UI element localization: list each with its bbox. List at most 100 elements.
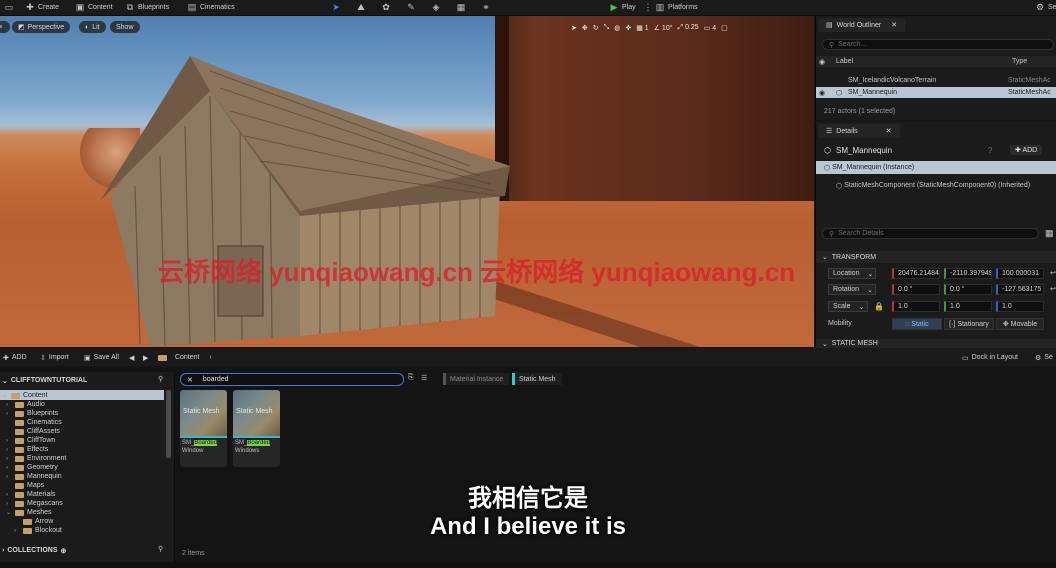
actor-label: SM_IcelandicVolcanoTerrain: [848, 77, 937, 84]
grid-view-icon[interactable]: ▦: [1045, 228, 1054, 239]
show-button[interactable]: Show: [110, 21, 140, 33]
help-icon[interactable]: ?: [988, 146, 1002, 155]
tree-item-content[interactable]: ⌄ Content: [2, 391, 48, 400]
add-button[interactable]: ✚ ADD: [3, 352, 27, 363]
close-icon[interactable]: ✕: [886, 127, 892, 135]
save-search-icon[interactable]: ⎘: [408, 374, 414, 382]
rotation-dropdown[interactable]: Rotation ⌄: [828, 284, 876, 295]
scale-x-field[interactable]: 1.0: [892, 301, 940, 312]
history-back-button[interactable]: ◀: [129, 352, 134, 363]
outliner-row-selected[interactable]: ◉ ⬡ SM_Mannequin StaticMeshAc: [816, 87, 1056, 98]
select-mode-button[interactable]: ➤: [331, 1, 341, 14]
details-tab[interactable]: ☰ Details ✕: [818, 124, 900, 138]
level-icon[interactable]: ▭: [4, 1, 14, 14]
scale-y-field[interactable]: 1.0: [944, 301, 992, 312]
mobility-static-button[interactable]: ◌ Static: [892, 318, 942, 330]
select-icon[interactable]: ➤: [571, 24, 577, 32]
details-search-input[interactable]: ⚲ Search Details: [822, 228, 1039, 239]
filter-icon[interactable]: ☰: [421, 374, 427, 382]
mobility-stationary-button[interactable]: [·] Stationary: [944, 318, 994, 330]
lock-icon[interactable]: 🔒: [874, 302, 884, 311]
foliage-mode-button[interactable]: ✿: [381, 1, 391, 14]
save-icon: ▣: [84, 354, 91, 362]
history-forward-button[interactable]: ▶: [143, 352, 148, 363]
static-mesh-section-header[interactable]: ⌄ STATIC MESH: [816, 339, 1056, 348]
project-header[interactable]: ⌄ CLIFFTOWNTUTORIAL: [2, 376, 87, 385]
collections-header[interactable]: › COLLECTIONS ⊕: [2, 546, 66, 555]
world-outliner-tab[interactable]: ▤ World Outliner ✕: [818, 18, 906, 32]
outliner-search-input[interactable]: ⚲ Search...: [822, 39, 1054, 50]
location-y-field[interactable]: -2110.397949: [944, 268, 992, 279]
scale-icon[interactable]: ⤡: [604, 24, 610, 32]
maximize-icon[interactable]: ▢: [721, 24, 728, 32]
close-icon[interactable]: ✕: [891, 21, 897, 29]
mesh-paint-button[interactable]: ◈: [431, 1, 441, 14]
surface-snap-icon[interactable]: ✜: [625, 24, 631, 32]
reset-arrow-icon[interactable]: ↩: [1050, 269, 1056, 277]
platforms-button[interactable]: ▥ Platforms: [655, 1, 698, 14]
lit-button[interactable]: ◐ Lit: [79, 21, 106, 33]
brush-mode-button[interactable]: ✎: [406, 1, 416, 14]
asset-search-input[interactable]: ✕ boarded: [180, 373, 404, 386]
cb-settings-button[interactable]: ⚙ Se: [1035, 352, 1053, 363]
filter-chip-material-instance[interactable]: Material Instance: [443, 373, 509, 385]
breadcrumb[interactable]: Content ›: [158, 352, 212, 363]
rotation-x-field[interactable]: 0.0 °: [892, 284, 940, 295]
tree-item[interactable]: › Effects: [6, 445, 48, 454]
fracture-button[interactable]: ▦: [456, 1, 466, 14]
type-column-header[interactable]: Type: [1008, 58, 1027, 65]
rotation-z-field[interactable]: -127.563175: [996, 284, 1044, 295]
tree-item[interactable]: › CliffTown: [6, 436, 55, 445]
scale-snap-button[interactable]: ⤢ 0.25: [678, 24, 699, 32]
add-component-button[interactable]: ✚ ADD: [1010, 145, 1043, 155]
animation-button[interactable]: ⚭: [481, 1, 491, 14]
search-icon[interactable]: ⚲: [158, 545, 163, 553]
blueprints-button[interactable]: ⧉ Blueprints: [125, 1, 169, 14]
scale-dropdown[interactable]: Scale ⌄: [828, 301, 868, 312]
component-row[interactable]: ⬡ StaticMeshComponent (StaticMeshCompone…: [816, 180, 1056, 191]
cinematics-button[interactable]: ▤ Cinematics: [187, 1, 235, 14]
outliner-row[interactable]: SM_IcelandicVolcanoTerrain StaticMeshAc: [816, 75, 1056, 86]
scale-z-field[interactable]: 1.0: [996, 301, 1044, 312]
tree-item[interactable]: › Audio: [6, 400, 45, 409]
tree-item[interactable]: › Geometry: [6, 463, 58, 472]
add-collection-icon[interactable]: ⊕: [61, 547, 67, 555]
location-dropdown[interactable]: Location ⌄: [828, 268, 876, 279]
landscape-mode-button[interactable]: ⛰: [356, 1, 366, 14]
rotation-y-field[interactable]: 0.0 °: [944, 284, 992, 295]
rotate-icon[interactable]: ↻: [593, 24, 599, 32]
tree-item[interactable]: CliffAssets: [6, 427, 60, 436]
perspective-button[interactable]: ◩ Perspective: [12, 21, 71, 33]
grid-snap-button[interactable]: ▦ 1: [636, 24, 648, 32]
play-button[interactable]: ▶ Play: [609, 1, 636, 14]
instance-row[interactable]: ⬡ SM_Mannequin (Instance): [816, 161, 1056, 174]
transform-section-header[interactable]: ⌄ TRANSFORM: [816, 251, 1056, 263]
asset-tile[interactable]: Static Mesh SM_Boarded Windows: [233, 390, 280, 467]
tree-item[interactable]: Cinematics: [6, 418, 62, 427]
save-all-button[interactable]: ▣ Save All: [84, 352, 119, 363]
play-options-icon[interactable]: ⋮: [643, 1, 653, 14]
tree-item[interactable]: › Environment: [6, 454, 66, 463]
world-icon[interactable]: ◍: [614, 24, 620, 32]
tree-scrollbar[interactable]: [166, 390, 171, 458]
import-button[interactable]: ⇩ Import: [40, 352, 69, 363]
content-button[interactable]: ▣ Content: [75, 1, 113, 14]
dock-in-layout-button[interactable]: ▭ Dock in Layout: [962, 352, 1018, 363]
eye-icon[interactable]: ◉: [816, 89, 828, 97]
filter-chip-static-mesh[interactable]: Static Mesh: [512, 373, 562, 385]
settings-button[interactable]: ⚙ Se: [1035, 1, 1056, 14]
reset-arrow-icon[interactable]: ↩: [1050, 285, 1056, 293]
camera-speed-button[interactable]: ▭ 4: [704, 24, 716, 32]
location-z-field[interactable]: 100.000031: [996, 268, 1044, 279]
location-x-field[interactable]: 20476.214844: [892, 268, 940, 279]
search-icon[interactable]: ⚲: [158, 375, 163, 383]
label-column-header[interactable]: Label: [828, 58, 1008, 65]
tree-item[interactable]: › Blueprints: [6, 409, 58, 418]
clear-search-icon[interactable]: ✕: [187, 376, 193, 384]
level-viewport[interactable]: ≡ ◩ Perspective ◐ Lit Show ➤ ✥ ↻ ⤡ ◍ ✜ ▦ 1…: [0, 16, 814, 347]
mobility-movable-button[interactable]: ✥ Movable: [996, 318, 1044, 330]
asset-tile[interactable]: Static Mesh SM_Boarded Window: [180, 390, 227, 467]
angle-snap-button[interactable]: ∠ 10°: [654, 24, 673, 32]
move-icon[interactable]: ✥: [582, 24, 588, 32]
create-button[interactable]: ✚ Create: [25, 1, 59, 14]
